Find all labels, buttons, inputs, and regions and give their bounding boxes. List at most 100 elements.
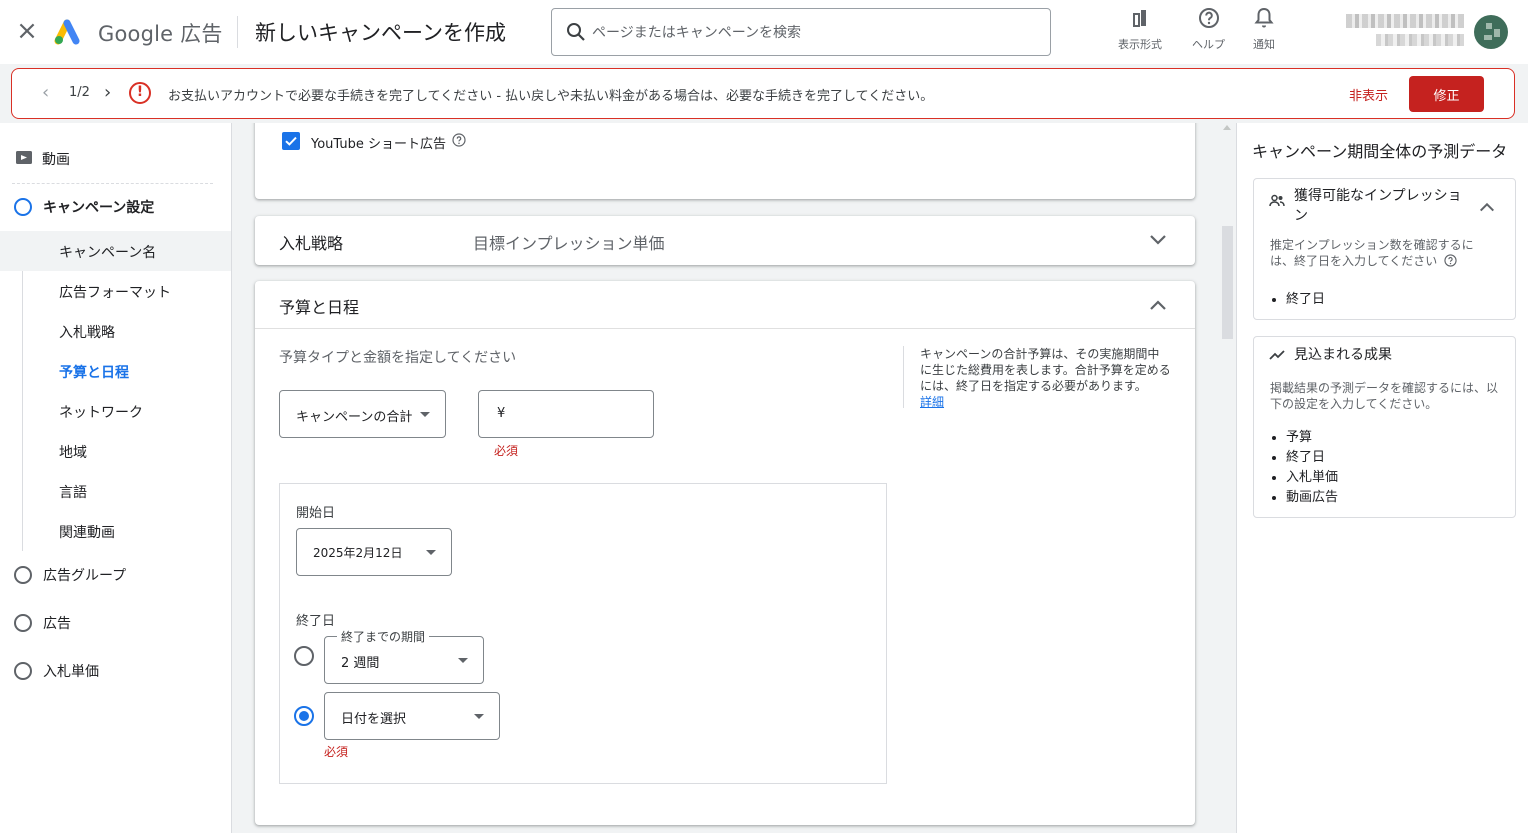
learn-more-link[interactable]: 詳細	[920, 395, 944, 409]
sidebar-sub-item[interactable]: 広告フォーマット	[0, 271, 231, 311]
chevron-down-icon[interactable]	[1148, 234, 1168, 246]
sidebar-sub-item-label: 予算と日程	[59, 365, 129, 381]
search-box[interactable]	[551, 8, 1051, 56]
close-icon[interactable]: ×	[16, 18, 38, 44]
ad-format-card: YouTube ショート広告	[255, 123, 1195, 199]
scrollbar-thumb[interactable]	[1222, 226, 1233, 339]
payment-alert-banner: ‹ 1/2 › ! お支払いアカウントで必要な手続きを完了してください - 払い…	[11, 68, 1515, 119]
sidebar-item-campaign-settings-label: キャンペーン設定	[43, 200, 155, 216]
top-bar: × Google 広告 新しいキャンペーンを作成 表示形式 ヘルプ	[0, 0, 1528, 64]
end-date-value: 日付を選択	[341, 712, 407, 727]
budget-help-body: キャンペーンの合計予算は、その実施期間中に生じた総費用を表します。合計予算を定め…	[920, 347, 1171, 393]
avatar[interactable]	[1474, 15, 1508, 49]
start-date-select[interactable]: 2025年2月12日	[296, 528, 452, 576]
impressions-title: 獲得可能なインプレッション	[1294, 188, 1462, 224]
currency-symbol: ¥	[497, 406, 506, 421]
date-select-radio[interactable]	[294, 706, 314, 726]
requirement-item: 動画広告	[1286, 488, 1338, 508]
impressions-desc-text: 推定インプレッション数を確認するには、終了日を入力してください	[1270, 238, 1474, 268]
sidebar-sub-item[interactable]: キャンペーン名	[0, 231, 231, 271]
sidebar-sub-item-label: 入札戦略	[59, 325, 115, 341]
dropdown-arrow-icon	[420, 412, 430, 417]
sidebar-sub-item[interactable]: 地域	[0, 431, 231, 471]
budget-title: 予算と日程	[279, 298, 360, 317]
end-date-required-text: 必須	[324, 745, 349, 759]
budget-amount-input[interactable]	[513, 403, 643, 427]
sidebar-sub-item-current[interactable]: 予算と日程	[0, 351, 231, 391]
sidebar-sub-item[interactable]: 関連動画	[0, 511, 231, 551]
help-label: ヘルプ	[1192, 38, 1225, 51]
schedule-box: 開始日 2025年2月12日 終了日 終了までの期間 2 週間 日付を選択 必須	[279, 483, 887, 784]
help-circle-icon[interactable]	[1444, 254, 1457, 267]
search-icon	[567, 23, 585, 41]
sidebar-item-campaign-settings[interactable]: キャンペーン設定	[0, 188, 231, 226]
main-content: YouTube ショート広告 入札戦略 目標インプレッション単価 予算と日程 予…	[232, 123, 1235, 833]
end-date-select[interactable]: 日付を選択	[324, 692, 500, 740]
fix-button[interactable]: 修正	[1409, 76, 1484, 112]
chevron-up-icon[interactable]	[1148, 299, 1168, 311]
requirement-item: 終了日	[1286, 290, 1325, 310]
budget-type-select[interactable]: キャンペーンの合計	[279, 390, 446, 438]
sidebar-item-bid[interactable]: 入札単価	[0, 652, 231, 690]
sidebar-sub-item[interactable]: 入札戦略	[0, 311, 231, 351]
notifications-button[interactable]: 通知	[1252, 6, 1276, 52]
chevron-right-icon[interactable]: ›	[104, 83, 118, 103]
sidebar-sub-item-label: 言語	[59, 485, 87, 501]
duration-label: 終了までの期間	[337, 628, 430, 645]
alert-message: お支払いアカウントで必要な手続きを完了してください - 払い戻しや未払い料金があ…	[168, 89, 934, 104]
video-camera-icon	[16, 151, 32, 164]
sidebar-item-ad-group[interactable]: 広告グループ	[0, 556, 231, 594]
budget-type-value: キャンペーンの合計	[296, 410, 413, 425]
sidebar-item-ad[interactable]: 広告	[0, 604, 231, 642]
scroll-up-arrow-icon[interactable]	[1223, 125, 1231, 130]
account-info-redacted[interactable]	[1346, 14, 1464, 50]
impressions-card: 獲得可能なインプレッション 推定インプレッション数を確認するには、終了日を入力し…	[1253, 178, 1516, 320]
dropdown-arrow-icon	[458, 658, 468, 663]
results-requirements: 予算 終了日 入札単価 動画広告	[1286, 428, 1338, 508]
view-mode-button[interactable]: 表示形式	[1118, 6, 1162, 52]
sidebar-item-bid-label: 入札単価	[43, 664, 99, 680]
youtube-shorts-checkbox[interactable]	[282, 132, 300, 150]
chevron-up-icon[interactable]	[1478, 201, 1496, 213]
bidding-title: 入札戦略	[279, 234, 344, 253]
view-label: 表示形式	[1118, 38, 1162, 51]
sidebar-sub-item[interactable]: 言語	[0, 471, 231, 511]
sidebar-item-video-label: 動画	[42, 152, 70, 168]
bidding-strategy-card[interactable]: 入札戦略 目標インプレッション単価	[255, 216, 1195, 265]
brand-name: Google 広告	[98, 22, 223, 46]
help-circle-icon[interactable]	[452, 133, 466, 147]
search-input[interactable]	[592, 21, 1032, 45]
budget-header[interactable]: 予算と日程	[255, 281, 1195, 329]
forecast-title: キャンペーン期間全体の予測データ	[1252, 142, 1508, 161]
sidebar-sub-item[interactable]: ネットワーク	[0, 391, 231, 431]
duration-value: 2 週間	[341, 656, 380, 671]
impressions-desc: 推定インプレッション数を確認するには、終了日を入力してください	[1270, 237, 1488, 269]
alert-counter: 1/2	[69, 85, 90, 100]
hide-alert-button[interactable]: 非表示	[1349, 85, 1388, 104]
duration-select[interactable]: 終了までの期間 2 週間	[324, 628, 484, 684]
help-icon	[1198, 8, 1219, 28]
budget-amount-field[interactable]: ¥	[478, 390, 654, 438]
sidebar-sub-item-label: キャンペーン名	[59, 245, 157, 261]
help-button[interactable]: ヘルプ	[1192, 6, 1225, 52]
youtube-shorts-label: YouTube ショート広告	[311, 137, 446, 152]
requirement-item: 入札単価	[1286, 468, 1338, 488]
sidebar-item-ad-label: 広告	[43, 616, 71, 632]
forecast-panel: キャンペーン期間全体の予測データ 獲得可能なインプレッション 推定インプレッショ…	[1236, 123, 1528, 833]
sidebar-sub-item-label: 地域	[59, 445, 87, 461]
bidding-value: 目標インプレッション単価	[473, 234, 665, 253]
step-circle-icon	[14, 662, 32, 680]
error-icon: !	[129, 82, 151, 104]
sidebar-sub-item-label: 関連動画	[59, 525, 115, 541]
sidebar-divider	[12, 183, 213, 184]
chevron-left-icon[interactable]: ‹	[42, 83, 56, 103]
results-title: 見込まれる成果	[1294, 347, 1392, 363]
dropdown-arrow-icon	[426, 550, 436, 555]
sidebar: 動画 キャンペーン設定 キャンペーン名 広告フォーマット 入札戦略 予算と日程 …	[0, 123, 232, 833]
people-icon	[1269, 194, 1285, 207]
budget-help-text: キャンペーンの合計予算は、その実施期間中に生じた総費用を表します。合計予算を定め…	[903, 346, 1171, 409]
requirement-item: 終了日	[1286, 448, 1338, 468]
page-title: 新しいキャンペーンを作成	[255, 21, 506, 45]
duration-radio[interactable]	[294, 646, 314, 666]
scrollbar[interactable]	[1219, 123, 1235, 833]
